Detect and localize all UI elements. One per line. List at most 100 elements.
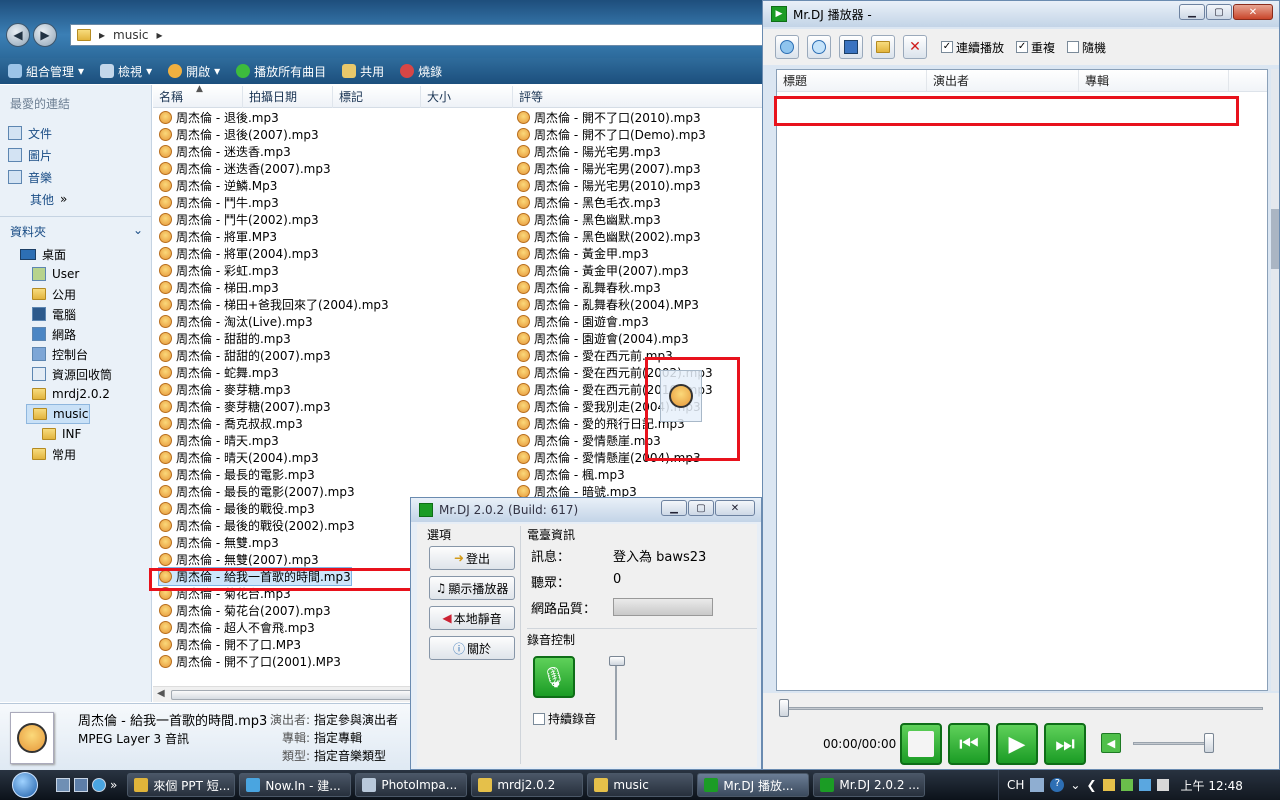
album-value[interactable]: 指定專輯: [314, 729, 362, 746]
file-item[interactable]: 周杰倫 - 黃金甲.mp3: [517, 245, 649, 262]
add-file-button[interactable]: [775, 35, 799, 59]
file-item[interactable]: 周杰倫 - 退後.mp3: [159, 109, 279, 126]
tray-app-icon[interactable]: [1120, 779, 1133, 791]
file-item[interactable]: 周杰倫 - 梯田.mp3: [159, 279, 279, 296]
tree-public[interactable]: 公用: [0, 284, 151, 304]
file-item[interactable]: 周杰倫 - 無雙.mp3: [159, 534, 279, 551]
language-indicator[interactable]: CH: [1007, 778, 1024, 792]
file-item[interactable]: 周杰倫 - 最長的電影.mp3: [159, 466, 315, 483]
double-chevron-icon[interactable]: »: [110, 778, 117, 792]
view-button[interactable]: 檢視 ▾: [92, 58, 160, 84]
play-all-button[interactable]: 播放所有曲目: [228, 58, 334, 84]
seek-bar[interactable]: [781, 707, 1263, 710]
volume-tray-icon[interactable]: [1156, 779, 1169, 791]
seek-thumb[interactable]: [779, 699, 789, 717]
file-item[interactable]: 周杰倫 - 菊花台(2007).mp3: [159, 602, 331, 619]
col-tags[interactable]: 標記: [333, 86, 421, 108]
file-item[interactable]: 周杰倫 - 最後的戰役.mp3: [159, 500, 315, 517]
minimize-button[interactable]: ▁: [1179, 4, 1205, 20]
maximize-button[interactable]: ▢: [688, 500, 714, 516]
col-artist[interactable]: 演出者: [927, 70, 1079, 91]
tree-control-panel[interactable]: 控制台: [0, 344, 151, 364]
playmode-check[interactable]: ✓ 連續播放: [941, 39, 1004, 56]
show-desktop-icon[interactable]: [56, 778, 70, 792]
file-item[interactable]: 周杰倫 - 黑色幽默(2002).mp3: [517, 228, 701, 245]
file-item[interactable]: 周杰倫 - 甜甜的.mp3: [159, 330, 291, 347]
show-player-button[interactable]: ♫ 顯示播放器: [429, 576, 515, 600]
chevron-down-icon[interactable]: ⌄: [1070, 778, 1080, 792]
artist-value[interactable]: 指定參與演出者: [314, 711, 398, 728]
folders-header[interactable]: 資料夾 ⌄: [0, 216, 151, 244]
file-item[interactable]: 周杰倫 - 彩虹.mp3: [159, 262, 279, 279]
delete-button[interactable]: ✕: [903, 35, 927, 59]
file-item[interactable]: 周杰倫 - 麥芽糖(2007).mp3: [159, 398, 331, 415]
share-button[interactable]: 共用: [334, 58, 392, 84]
file-item[interactable]: 周杰倫 - 開不了口(2001).MP3: [159, 653, 341, 670]
add-folder-disc-button[interactable]: [807, 35, 831, 59]
file-item[interactable]: 周杰倫 - 陽光宅男.mp3: [517, 143, 661, 160]
scroll-thumb[interactable]: [1271, 209, 1279, 269]
file-item[interactable]: 周杰倫 - 園遊會.mp3: [517, 313, 649, 330]
next-button[interactable]: ⏭: [1044, 723, 1086, 765]
tree-inf[interactable]: INF: [0, 424, 151, 444]
close-button[interactable]: ✕: [1233, 4, 1273, 20]
logout-button[interactable]: ➜ 登出: [429, 546, 515, 570]
col-date-taken[interactable]: 拍攝日期: [243, 86, 333, 108]
file-item[interactable]: 周杰倫 - 無雙(2007).mp3: [159, 551, 319, 568]
volume-icon[interactable]: ◀: [1101, 733, 1121, 753]
file-item[interactable]: 周杰倫 - 陽光宅男(2010).mp3: [517, 177, 701, 194]
fav-more[interactable]: 其他 »: [0, 188, 151, 210]
file-item[interactable]: 周杰倫 - 迷迭香.mp3: [159, 143, 291, 160]
previous-button[interactable]: ⏮: [948, 723, 990, 765]
open-button[interactable]: 開啟 ▾: [160, 58, 228, 84]
taskbar-item[interactable]: Now.In - 建...: [239, 773, 352, 797]
file-item[interactable]: 周杰倫 - 園遊會(2004).mp3: [517, 330, 689, 347]
playlist[interactable]: 標題 演出者 專輯: [776, 69, 1268, 691]
file-item[interactable]: 周杰倫 - 甜甜的(2007).mp3: [159, 347, 331, 364]
chevron-left-icon[interactable]: ❮: [1086, 778, 1096, 792]
help-icon[interactable]: ?: [1050, 778, 1065, 792]
tree-mrdj[interactable]: mrdj2.0.2: [0, 384, 151, 404]
file-item[interactable]: 周杰倫 - 梯田+爸我回來了(2004).mp3: [159, 296, 389, 313]
file-item[interactable]: 周杰倫 - 楓.mp3: [517, 466, 625, 483]
file-item[interactable]: 周杰倫 - 最後的戰役(2002).mp3: [159, 517, 355, 534]
file-item[interactable]: 周杰倫 - 晴天(2004).mp3: [159, 449, 319, 466]
start-button[interactable]: [0, 770, 50, 800]
file-item[interactable]: 周杰倫 - 退後(2007).mp3: [159, 126, 319, 143]
taskbar-item[interactable]: music: [587, 773, 694, 797]
taskbar-item[interactable]: mrdj2.0.2: [471, 773, 584, 797]
playmode-check[interactable]: ✓ 重複: [1016, 39, 1055, 56]
file-item[interactable]: 周杰倫 - 晴天.mp3: [159, 432, 279, 449]
file-item[interactable]: 周杰倫 - 喬克叔叔.mp3: [159, 415, 303, 432]
file-item[interactable]: 周杰倫 - 麥芽糖.mp3: [159, 381, 291, 398]
ie-icon[interactable]: [92, 778, 106, 792]
checkbox[interactable]: [1067, 41, 1080, 53]
file-item[interactable]: 周杰倫 - 將軍(2004).mp3: [159, 245, 319, 262]
maximize-button[interactable]: ▢: [1206, 4, 1232, 20]
fav-documents[interactable]: 文件: [0, 122, 151, 144]
file-item[interactable]: 周杰倫 - 鬥牛(2002).mp3: [159, 211, 319, 228]
forward-icon[interactable]: ▶: [33, 23, 57, 47]
tree-desktop[interactable]: 桌面: [0, 244, 151, 264]
taskbar-item[interactable]: Mr.DJ 播放...: [697, 773, 810, 797]
file-item[interactable]: 周杰倫 - 蛇舞.mp3: [159, 364, 279, 381]
volume-slider[interactable]: [1133, 742, 1213, 745]
file-item[interactable]: 周杰倫 - 逆鱗.Mp3: [159, 177, 277, 194]
tree-computer[interactable]: 電腦: [0, 304, 151, 324]
file-item[interactable]: 周杰倫 - 開不了口(Demo).mp3: [517, 126, 706, 143]
tree-network[interactable]: 網路: [0, 324, 151, 344]
minimize-button[interactable]: ▁: [661, 500, 687, 516]
file-item[interactable]: 周杰倫 - 迷迭香(2007).mp3: [159, 160, 331, 177]
file-item[interactable]: 周杰倫 - 將軍.MP3: [159, 228, 277, 245]
checkbox[interactable]: [533, 712, 545, 725]
file-item[interactable]: 周杰倫 - 亂舞春秋(2004).MP3: [517, 296, 699, 313]
col-title[interactable]: 標題: [777, 70, 927, 91]
tree-user[interactable]: User: [0, 264, 151, 284]
switch-windows-icon[interactable]: [74, 778, 88, 792]
about-button[interactable]: ⓘ 關於: [429, 636, 515, 660]
back-icon[interactable]: ◀: [6, 23, 30, 47]
taskbar-item[interactable]: PhotoImpa...: [355, 773, 468, 797]
file-item[interactable]: 周杰倫 - 陽光宅男(2007).mp3: [517, 160, 701, 177]
file-item[interactable]: 周杰倫 - 亂舞春秋.mp3: [517, 279, 661, 296]
col-rating[interactable]: 評等: [513, 86, 770, 108]
